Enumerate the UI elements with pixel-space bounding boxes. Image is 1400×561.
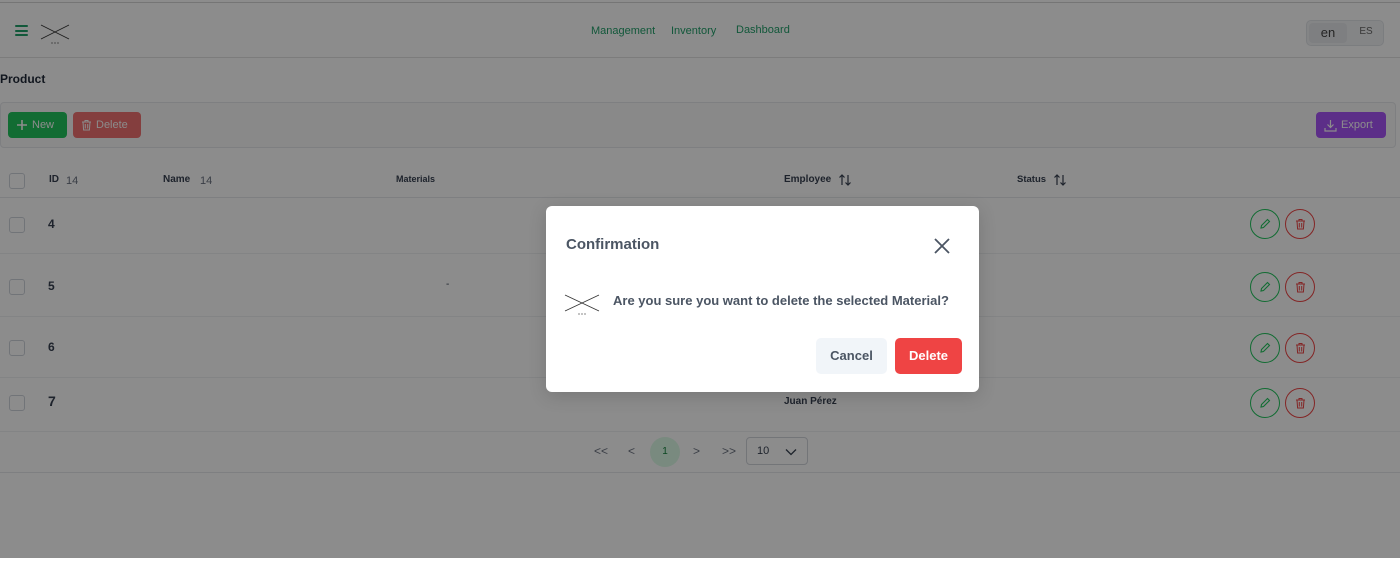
warning-placeholder-icon xyxy=(564,294,600,315)
close-icon[interactable] xyxy=(932,236,952,256)
app-root: Management Inventory Dashboard en ES Pro… xyxy=(0,0,1400,558)
confirmation-dialog: Confirmation Are you sure you want to de… xyxy=(546,206,979,392)
dialog-title: Confirmation xyxy=(566,236,660,253)
cancel-button[interactable]: Cancel xyxy=(816,338,887,374)
dialog-message: Are you sure you want to delete the sele… xyxy=(613,293,949,308)
confirm-delete-button[interactable]: Delete xyxy=(895,338,962,374)
